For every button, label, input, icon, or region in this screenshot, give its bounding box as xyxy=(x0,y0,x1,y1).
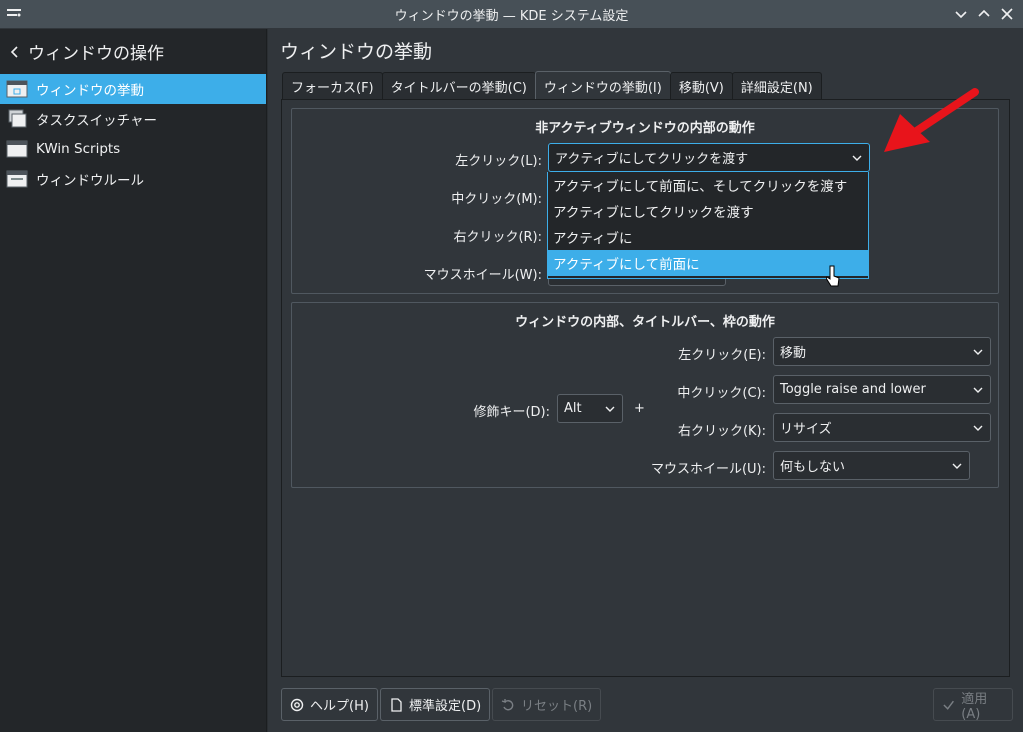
chevron-down-icon xyxy=(605,406,615,412)
chevron-down-icon xyxy=(973,349,983,355)
apply-label: 適用(A) xyxy=(961,691,988,722)
help-icon xyxy=(290,698,304,711)
group-title: ウィンドウの内部、タイトルバー、枠の動作 xyxy=(515,315,775,330)
minimize-icon[interactable] xyxy=(952,5,970,23)
plus-sign: + xyxy=(634,401,645,416)
window-icon xyxy=(6,140,28,158)
task-switcher-icon xyxy=(8,109,27,128)
wheel-label: マウスホイール(U): xyxy=(650,462,766,477)
inner-left-click-combo[interactable]: 移動 xyxy=(773,337,991,366)
chevron-down-icon xyxy=(852,155,862,161)
tab-window-actions[interactable]: ウィンドウの挙動(I) xyxy=(534,71,671,100)
window-titlebar: ウィンドウの挙動 — KDE システム設定 xyxy=(0,0,1023,29)
middle-click-label: 中クリック(C): xyxy=(677,386,766,401)
sidebar-item-window-behavior[interactable]: ウィンドウの挙動 xyxy=(0,74,266,104)
window-icon xyxy=(6,170,28,188)
back-button[interactable]: ウィンドウの操作 xyxy=(0,29,266,74)
defaults-button[interactable]: 標準設定(D) xyxy=(380,688,491,721)
tab-movement[interactable]: 移動(V) xyxy=(669,72,733,99)
tab-titlebar-actions[interactable]: タイトルバーの挙動(C) xyxy=(381,72,536,99)
left-click-dropdown-list: アクティブにして前面に、そしてクリックを渡す アクティブにしてクリックを渡す ア… xyxy=(547,172,869,279)
inactive-left-click-combo[interactable]: アクティブにしてクリックを渡す xyxy=(548,143,870,172)
tab-bar: フォーカス(F) タイトルバーの挙動(C) ウィンドウの挙動(I) 移動(V) … xyxy=(282,71,822,100)
defaults-label: 標準設定(D) xyxy=(409,699,482,714)
dropdown-option[interactable]: アクティブにしてクリックを渡す xyxy=(548,198,868,224)
sidebar-item-task-switcher[interactable]: タスクスイッチャー xyxy=(0,104,266,134)
combo-value: アクティブにしてクリックを渡す xyxy=(555,152,749,167)
combo-value: Alt xyxy=(564,401,582,416)
combo-value: Toggle raise and lower xyxy=(780,382,926,397)
sidebar-item-label: ウィンドウルール xyxy=(36,173,144,189)
close-icon[interactable] xyxy=(998,5,1016,23)
sidebar-item-label: タスクスイッチャー xyxy=(36,113,157,129)
checkmark-icon xyxy=(943,700,954,710)
undo-icon xyxy=(501,698,514,710)
sidebar: ウィンドウの操作 ウィンドウの挙動 タスクスイッチャー KWin Scripts… xyxy=(0,29,267,732)
sidebar-item-window-rules[interactable]: ウィンドウルール xyxy=(0,164,266,194)
dropdown-option[interactable]: アクティブにして前面に、そしてクリックを渡す xyxy=(548,172,868,198)
chevron-left-icon xyxy=(10,45,18,58)
dropdown-option[interactable]: アクティブに xyxy=(548,224,868,250)
inner-right-click-combo[interactable]: リサイズ xyxy=(773,413,991,442)
wheel-label: マウスホイール(W): xyxy=(423,268,542,283)
modifier-key-label: 修飾キー(D): xyxy=(473,405,550,420)
chevron-down-icon xyxy=(973,425,983,431)
middle-click-label: 中クリック(M): xyxy=(451,192,542,207)
window-menu-icon[interactable] xyxy=(6,6,22,22)
inner-middle-click-combo[interactable]: Toggle raise and lower xyxy=(773,375,991,404)
tab-focus[interactable]: フォーカス(F) xyxy=(282,72,383,99)
tab-advanced[interactable]: 詳細設定(N) xyxy=(731,72,822,99)
maximize-icon[interactable] xyxy=(975,5,993,23)
document-icon xyxy=(391,697,402,712)
chevron-down-icon xyxy=(973,387,983,393)
reset-label: リセット(R) xyxy=(521,699,593,714)
sidebar-item-label: ウィンドウの挙動 xyxy=(36,83,144,99)
chevron-down-icon xyxy=(952,463,962,469)
annotation-arrow-icon xyxy=(884,88,979,152)
window-title: ウィンドウの挙動 — KDE システム設定 xyxy=(394,8,629,24)
right-click-label: 右クリック(K): xyxy=(677,424,766,439)
inner-wheel-combo[interactable]: 何もしない xyxy=(773,451,970,480)
back-label: ウィンドウの操作 xyxy=(28,44,164,64)
sidebar-item-label: KWin Scripts xyxy=(36,141,121,157)
reset-button[interactable]: リセット(R) xyxy=(492,688,602,721)
right-click-label: 右クリック(R): xyxy=(453,230,542,245)
left-click-label: 左クリック(L): xyxy=(455,154,542,169)
modifier-key-combo[interactable]: Alt xyxy=(557,394,623,423)
combo-value: 何もしない xyxy=(780,460,846,475)
window-icon xyxy=(6,80,28,98)
page-title: ウィンドウの挙動 xyxy=(280,41,433,63)
dropdown-option-highlighted[interactable]: アクティブにして前面に xyxy=(548,250,868,276)
apply-button[interactable]: 適用(A) xyxy=(933,688,1013,722)
help-label: ヘルプ(H) xyxy=(310,699,369,714)
mouse-pointer-icon xyxy=(826,265,840,287)
sidebar-item-kwin-scripts[interactable]: KWin Scripts xyxy=(0,134,266,164)
combo-value: 移動 xyxy=(780,346,807,361)
help-button[interactable]: ヘルプ(H) xyxy=(281,688,378,721)
left-click-label: 左クリック(E): xyxy=(678,348,766,363)
combo-value: リサイズ xyxy=(780,422,832,437)
